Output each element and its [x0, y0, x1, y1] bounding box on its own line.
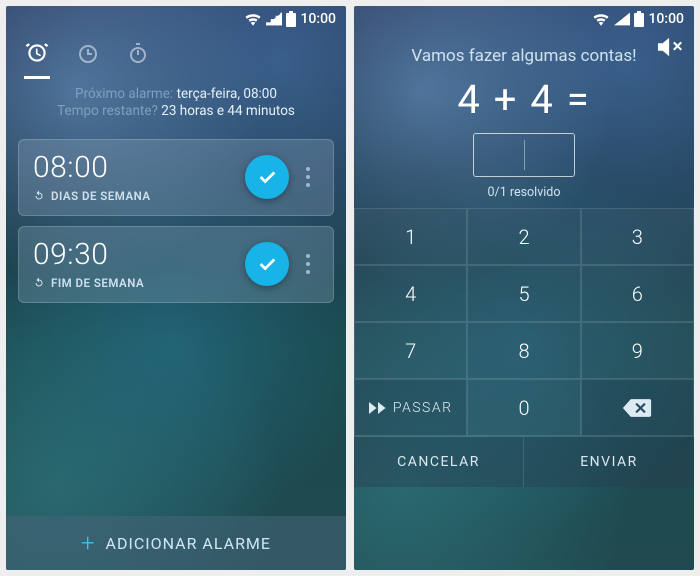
check-icon — [256, 253, 278, 275]
time-left-label: Tempo restante? — [57, 103, 158, 119]
alarm-list-screen: 10:00 Próximo alarme: terça-feira, 08:00… — [6, 6, 346, 570]
alarm-time: 08:00 — [33, 150, 237, 185]
repeat-icon — [33, 277, 45, 289]
status-time: 10:00 — [300, 11, 336, 27]
skip-icon — [369, 401, 387, 415]
signal-icon — [614, 12, 630, 26]
math-equation: 4 + 4 = — [372, 76, 676, 123]
key-backspace[interactable] — [581, 379, 694, 436]
wifi-icon — [244, 12, 262, 26]
battery-icon — [634, 11, 644, 27]
overflow-menu[interactable] — [297, 254, 319, 274]
top-tabs — [6, 32, 346, 80]
key-skip[interactable]: PASSAR — [354, 379, 467, 436]
alarm-card[interactable]: 09:30 FIM DE SEMANA — [18, 226, 334, 303]
tab-alarm[interactable] — [24, 40, 50, 79]
answer-input[interactable] — [473, 133, 575, 177]
battery-icon — [286, 11, 296, 27]
alarm-clock-icon — [24, 40, 50, 66]
alarm-cards: 08:00 DIAS DE SEMANA 09:30 FIM DE SE — [6, 123, 346, 319]
time-left-value: 23 horas e 44 minutos — [161, 103, 295, 119]
key-8[interactable]: 8 — [467, 322, 580, 379]
mute-button[interactable] — [658, 36, 684, 62]
send-button[interactable]: ENVIAR — [524, 437, 694, 487]
next-alarm-label: Próximo alarme: — [75, 86, 173, 102]
next-alarm-info: Próximo alarme: terça-feira, 08:00 Tempo… — [20, 86, 332, 119]
next-alarm-value: terça-feira, 08:00 — [177, 86, 277, 102]
solved-counter: 0/1 resolvido — [372, 185, 676, 200]
stopwatch-icon — [126, 42, 150, 66]
key-6[interactable]: 6 — [581, 265, 694, 322]
alarm-toggle[interactable] — [245, 242, 289, 286]
key-2[interactable]: 2 — [467, 208, 580, 265]
signal-icon — [266, 12, 282, 26]
math-challenge-screen: 10:00 Vamos fazer algumas contas! 4 + 4 … — [354, 6, 694, 570]
alarm-repeat: FIM DE SEMANA — [33, 276, 237, 290]
check-icon — [256, 166, 278, 188]
timer-icon — [76, 42, 100, 66]
key-4[interactable]: 4 — [354, 265, 467, 322]
wifi-icon — [592, 12, 610, 26]
backspace-icon — [622, 398, 652, 418]
cancel-button[interactable]: CANCELAR — [354, 437, 524, 487]
add-alarm-button[interactable]: + ADICIONAR ALARME — [6, 516, 346, 570]
key-9[interactable]: 9 — [581, 322, 694, 379]
tab-timer[interactable] — [76, 42, 100, 70]
alarm-time: 09:30 — [33, 237, 237, 272]
key-1[interactable]: 1 — [354, 208, 467, 265]
status-time: 10:00 — [648, 11, 684, 27]
speaker-mute-icon — [658, 36, 684, 58]
repeat-icon — [33, 190, 45, 202]
bottom-actions: CANCELAR ENVIAR — [354, 436, 694, 487]
status-bar: 10:00 — [6, 6, 346, 32]
alarm-card[interactable]: 08:00 DIAS DE SEMANA — [18, 139, 334, 216]
key-0[interactable]: 0 — [467, 379, 580, 436]
key-5[interactable]: 5 — [467, 265, 580, 322]
overflow-menu[interactable] — [297, 167, 319, 187]
key-7[interactable]: 7 — [354, 322, 467, 379]
alarm-repeat: DIAS DE SEMANA — [33, 189, 237, 203]
math-title: Vamos fazer algumas contas! — [372, 46, 676, 66]
keypad: 1 2 3 4 5 6 7 8 9 PASSAR 0 — [354, 208, 694, 436]
tab-stopwatch[interactable] — [126, 42, 150, 70]
add-alarm-label: ADICIONAR ALARME — [106, 534, 271, 553]
status-bar: 10:00 — [354, 6, 694, 32]
key-3[interactable]: 3 — [581, 208, 694, 265]
alarm-toggle[interactable] — [245, 155, 289, 199]
